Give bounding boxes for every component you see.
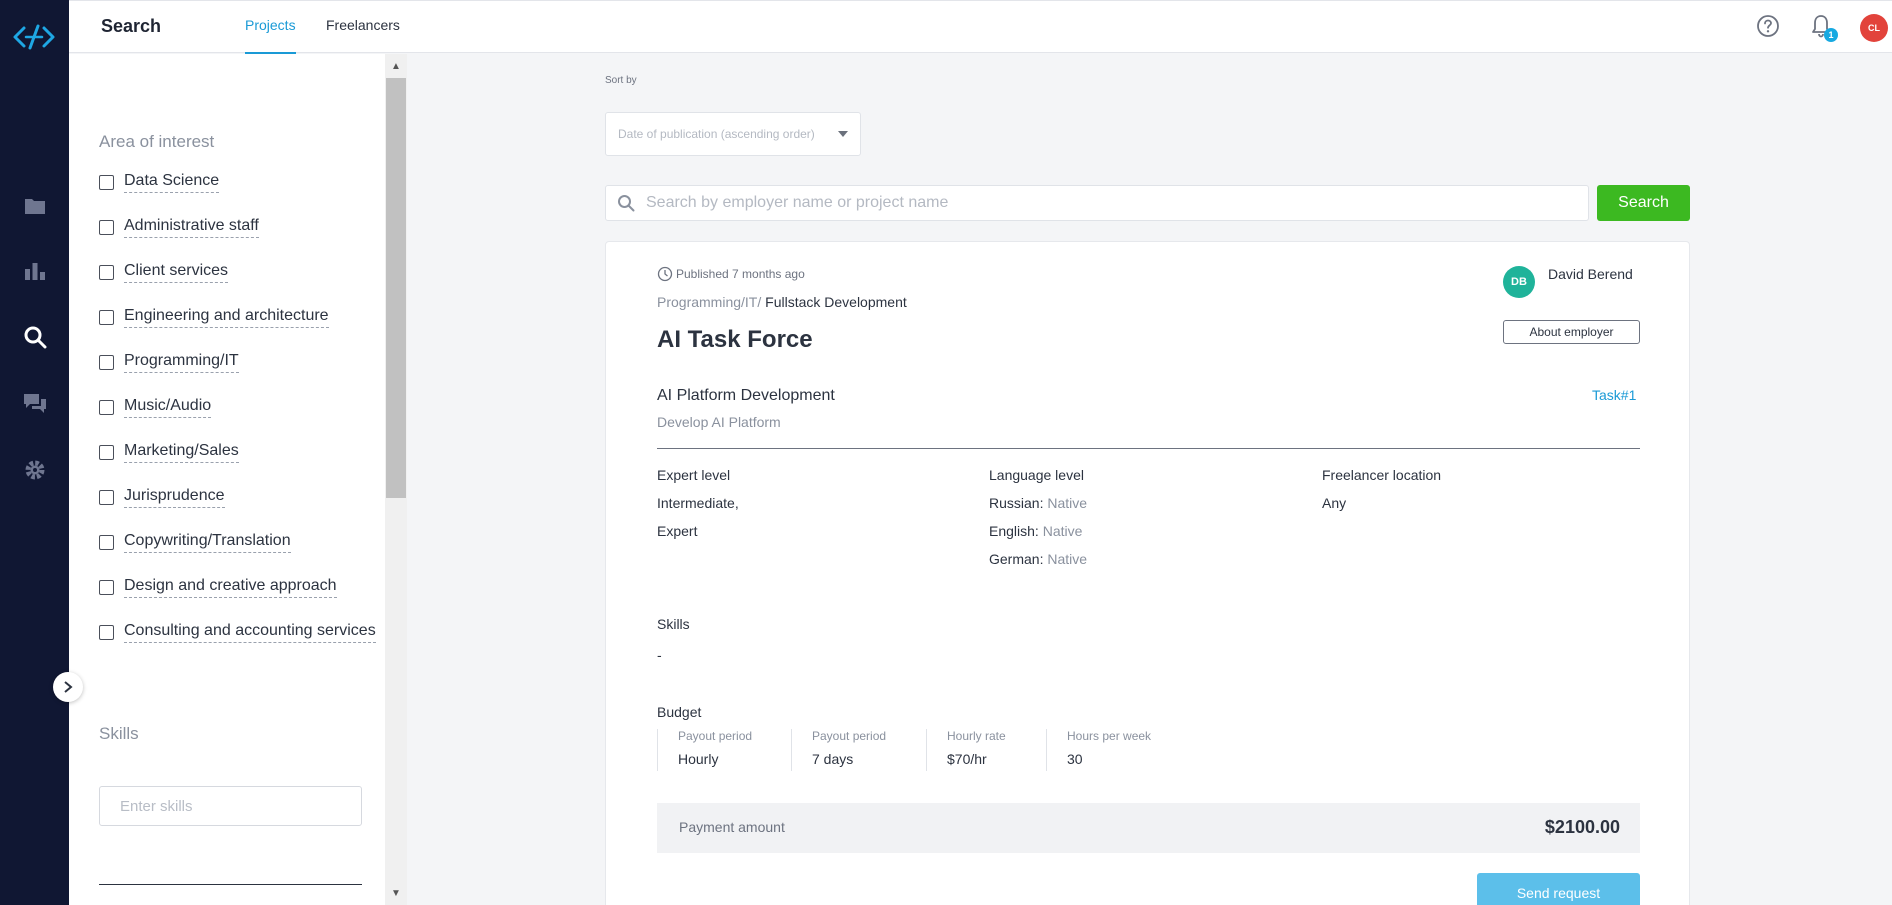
filter-music-audio[interactable]: Music/Audio — [99, 395, 212, 419]
skills-input[interactable] — [99, 786, 362, 826]
sort-label: Sort by — [605, 75, 637, 86]
budget-item: Payout period 7 days — [791, 729, 886, 771]
language-item: Russian: Native — [989, 495, 1088, 511]
divider — [657, 448, 1640, 449]
language-item: English: Native — [989, 523, 1083, 539]
expert-level-label: Expert level — [657, 467, 731, 483]
skills-value: - — [657, 647, 662, 663]
notification-badge: 1 — [1824, 28, 1838, 42]
filter-consulting-accounting[interactable]: Consulting and accounting services — [99, 620, 376, 644]
project-title[interactable]: AI Task Force — [657, 326, 813, 354]
task-description: Develop AI Platform — [657, 414, 781, 430]
filter-design-creative[interactable]: Design and creative approach — [99, 575, 337, 599]
scroll-down-arrow-icon[interactable]: ▼ — [385, 883, 407, 903]
breadcrumb-category[interactable]: Programming/IT/ — [657, 294, 761, 310]
expert-level-value: Intermediate, — [657, 495, 739, 511]
clock-icon — [657, 266, 673, 282]
freelancer-location-label: Freelancer location — [1322, 467, 1442, 483]
scroll-thumb[interactable] — [386, 78, 406, 498]
gear-icon[interactable] — [22, 457, 48, 483]
sort-value: Date of publication (ascending order) — [618, 127, 815, 141]
chevron-down-icon — [838, 131, 848, 137]
filter-scrollbar[interactable]: ▲ ▼ — [385, 54, 407, 905]
top-bar: Search Projects Freelancers 1 CL — [69, 0, 1892, 54]
payment-amount-value: $2100.00 — [1544, 817, 1620, 837]
folder-icon[interactable] — [22, 193, 48, 219]
language-level-label: Language level — [989, 467, 1084, 483]
user-menu[interactable]: CL — [1860, 14, 1888, 42]
filter-copywriting-translation[interactable]: Copywriting/Translation — [99, 530, 291, 554]
logo-icon[interactable] — [12, 22, 56, 52]
breadcrumb: Programming/IT/ Fullstack Development — [657, 294, 907, 310]
nav-rail — [0, 0, 69, 905]
filter-panel: Area of interest Data Science Administra… — [69, 54, 385, 905]
checkbox[interactable] — [99, 489, 114, 505]
chat-icon[interactable] — [22, 391, 48, 417]
expand-sidebar-button[interactable] — [53, 672, 83, 702]
breadcrumb-subcategory[interactable]: Fullstack Development — [765, 294, 907, 310]
sort-select[interactable]: Date of publication (ascending order) — [605, 112, 861, 156]
filter-programming-it[interactable]: Programming/IT — [99, 350, 239, 374]
checkbox[interactable] — [99, 354, 114, 370]
published-text: Published 7 months ago — [676, 267, 805, 281]
checkbox[interactable] — [99, 624, 114, 640]
skills-heading: Skills — [99, 724, 139, 743]
budget-item: Hours per week 30 — [1046, 729, 1151, 771]
checkbox[interactable] — [99, 444, 114, 460]
checkbox[interactable] — [99, 309, 114, 325]
filter-marketing-sales[interactable]: Marketing/Sales — [99, 440, 239, 464]
budget-label: Budget — [657, 704, 702, 720]
payment-amount-label: Payment amount — [679, 819, 785, 835]
checkbox[interactable] — [99, 219, 114, 235]
area-of-interest-heading: Area of interest — [99, 132, 215, 151]
checkbox[interactable] — [99, 579, 114, 595]
checkbox[interactable] — [99, 534, 114, 550]
project-card: Published 7 months ago Programming/IT/ F… — [605, 241, 1690, 905]
expert-level-value: Expert — [657, 523, 698, 539]
tab-projects[interactable]: Projects — [245, 17, 296, 54]
about-employer-button[interactable]: About employer — [1503, 320, 1640, 344]
employer-avatar[interactable]: DB — [1503, 266, 1535, 298]
bar-chart-icon[interactable] — [22, 258, 48, 284]
published-info: Published 7 months ago — [657, 266, 805, 282]
skills-label: Skills — [657, 616, 690, 632]
filter-data-science[interactable]: Data Science — [99, 170, 220, 194]
language-item: German: Native — [989, 551, 1088, 567]
employer-name[interactable]: David Berend — [1548, 266, 1633, 282]
search-input[interactable] — [646, 186, 1588, 220]
filter-engineering-architecture[interactable]: Engineering and architecture — [99, 305, 329, 329]
checkbox[interactable] — [99, 264, 114, 280]
divider — [99, 884, 362, 885]
avatar: CL — [1860, 14, 1888, 42]
search-icon — [606, 194, 646, 212]
search-icon[interactable] — [22, 324, 48, 350]
filter-client-services[interactable]: Client services — [99, 260, 229, 284]
notifications-button[interactable]: 1 — [1810, 14, 1840, 44]
task-name: AI Platform Development — [657, 387, 835, 404]
help-icon[interactable] — [1756, 14, 1780, 43]
checkbox[interactable] — [99, 174, 114, 190]
search-field[interactable] — [605, 185, 1589, 221]
budget-item: Payout period Hourly — [657, 729, 752, 771]
scroll-up-arrow-icon[interactable]: ▲ — [385, 56, 407, 76]
task-link[interactable]: Task#1 — [1592, 387, 1636, 403]
chevron-right-icon — [64, 681, 73, 693]
filter-jurisprudence[interactable]: Jurisprudence — [99, 485, 225, 509]
budget-item: Hourly rate $70/hr — [926, 729, 1006, 771]
send-request-button[interactable]: Send request — [1477, 873, 1640, 905]
page-title: Search — [101, 16, 162, 36]
payment-amount-bar: Payment amount $2100.00 — [657, 803, 1640, 853]
filter-administrative-staff[interactable]: Administrative staff — [99, 215, 259, 239]
tab-freelancers[interactable]: Freelancers — [326, 17, 400, 54]
freelancer-location-value: Any — [1322, 495, 1347, 511]
checkbox[interactable] — [99, 399, 114, 415]
search-button[interactable]: Search — [1597, 185, 1690, 221]
